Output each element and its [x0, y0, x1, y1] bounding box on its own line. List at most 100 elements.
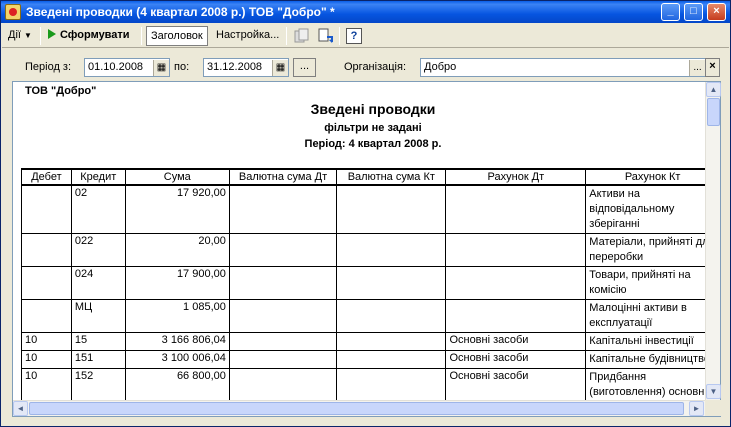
cell-currency-kt	[336, 184, 447, 234]
table-body: 02 17 920,00 Активи на відповідальному збері…	[21, 184, 720, 418]
cell-sum: 1 085,00	[124, 299, 230, 333]
cell-currency-kt	[336, 299, 447, 333]
report-organization: ТОВ "Добро"	[25, 85, 97, 97]
header-toggle-button[interactable]: Заголовок	[146, 26, 208, 46]
period-from-field[interactable]: 01.10.2008 ▦	[84, 58, 170, 77]
column-header: Рахунок Кт	[585, 168, 720, 186]
scroll-right-button[interactable]: ►	[689, 401, 704, 416]
horizontal-scrollbar[interactable]: ◄ ►	[13, 400, 705, 416]
vertical-scrollbar[interactable]: ▲ ▼	[705, 82, 721, 400]
cell-account-kt: Активи на відповідальному зберіганні	[585, 184, 720, 234]
cell-text-line: Активи на	[589, 188, 640, 200]
report-sheet[interactable]: ТОВ "Добро" Зведені проводки фільтри не …	[12, 81, 721, 417]
minimize-button[interactable]: _	[661, 3, 680, 21]
toolbar-separator	[141, 27, 142, 45]
cell-text-line: відповідальному	[589, 203, 675, 215]
scrollbar-corner	[705, 400, 721, 416]
cell-currency-dt	[228, 233, 338, 267]
calendar-icon[interactable]: ▦	[272, 60, 288, 76]
report-window: Зведені проводки (4 квартал 2008 р.) ТОВ…	[0, 0, 731, 427]
title-bar[interactable]: Зведені проводки (4 квартал 2008 р.) ТОВ…	[1, 1, 730, 23]
period-to-label: по:	[174, 61, 190, 73]
report-title: Зведені проводки	[310, 101, 436, 117]
period-to-value: 31.12.2008	[207, 61, 263, 73]
cell-currency-kt	[336, 266, 447, 300]
scroll-left-button[interactable]: ◄	[13, 401, 28, 416]
cell-sum: 20,00	[124, 233, 230, 267]
cell-currency-dt	[228, 299, 338, 333]
cell-currency-dt	[229, 417, 336, 418]
play-icon	[48, 29, 56, 39]
maximize-button[interactable]: □	[684, 3, 703, 21]
refresh-icon[interactable]	[318, 28, 334, 44]
organization-select-button[interactable]: ...	[689, 60, 705, 76]
cell-currency-kt	[336, 332, 447, 351]
table-row[interactable]: 10 15 3 166 806,04 Основні засоби Капітальні…	[21, 332, 720, 351]
period-select-button[interactable]: ...	[293, 58, 316, 77]
organization-field[interactable]: Добро ...	[420, 58, 706, 77]
cell-text-line: Матеріали, прийняті для	[589, 236, 715, 248]
window-title: Зведені проводки (4 квартал 2008 р.) ТОВ…	[26, 5, 335, 19]
cell-debit	[21, 299, 72, 333]
cell-account-kt: Капітальне будівництво	[585, 350, 720, 369]
cell-account-dt: Будинки та споруди	[446, 417, 586, 418]
column-header: Кредит	[70, 168, 126, 186]
vertical-scroll-thumb[interactable]	[707, 98, 720, 126]
cell-account-kt: Матеріали, прийняті для переробки	[585, 233, 720, 267]
cell-sum: 3 100 006,04	[124, 350, 230, 369]
horizontal-scroll-thumb[interactable]	[29, 402, 684, 415]
cell-account-dt	[445, 266, 587, 300]
cell-debit: 10	[21, 350, 72, 369]
table-row[interactable]: 024 17 900,00 Товари, прийняті на комісію	[21, 266, 720, 300]
cell-text-line: Малоцінні активи в	[589, 302, 687, 314]
cell-account-dt	[445, 184, 587, 234]
generate-button[interactable]: Сформувати	[48, 26, 130, 46]
cell-currency-kt	[336, 350, 447, 369]
period-to-field[interactable]: 31.12.2008 ▦	[203, 58, 289, 77]
help-icon[interactable]: ?	[346, 28, 362, 44]
cell-account-dt	[445, 233, 587, 267]
table-row[interactable]: 022 20,00 Матеріали, прийняті для переробки	[21, 233, 720, 267]
calendar-icon[interactable]: ▦	[153, 60, 169, 76]
settings-button[interactable]: Настройка...	[216, 26, 279, 46]
column-header: Валютна сума Дт	[228, 168, 338, 186]
cell-credit: 024	[70, 266, 126, 300]
report-table: Дебет Кредит Сума Валютна сума Дт Валютн…	[21, 168, 720, 418]
cell-sum: 3 166 806,04	[124, 332, 230, 351]
cell-debit	[21, 184, 72, 234]
cell-credit: 151	[70, 350, 126, 369]
cell-credit: 15	[70, 332, 126, 351]
cell-currency-dt	[228, 184, 338, 234]
cell-account-dt	[445, 299, 587, 333]
cell-text-line: Капітальні інвестиції	[589, 335, 694, 347]
actions-menu[interactable]: Дії ▼	[8, 26, 32, 46]
period-from-value: 01.10.2008	[88, 61, 144, 73]
cell-sum: 3 100 006,04	[125, 417, 229, 418]
cell-sum: 17 920,00	[124, 184, 230, 234]
toolbar-separator	[286, 27, 287, 45]
table-row[interactable]: 02 17 920,00 Активи на відповідальному збері…	[21, 184, 720, 234]
column-header: Валютна сума Кт	[336, 168, 447, 186]
cell-text-line: комісію	[589, 284, 627, 296]
report-subtitle: фільтри не задані	[324, 122, 422, 134]
column-header: Сума	[124, 168, 230, 186]
cell-text-line: переробки	[589, 251, 644, 263]
cell-text-line: експлуатації	[589, 317, 653, 329]
scroll-down-button[interactable]: ▼	[706, 384, 721, 399]
cell-currency-dt	[228, 266, 338, 300]
scroll-up-button[interactable]: ▲	[706, 82, 721, 97]
column-header: Рахунок Дт	[445, 168, 587, 186]
table-row[interactable]: 103153 100 006,04 Будинки та спорудиКапіт…	[22, 417, 720, 418]
close-button[interactable]: ×	[707, 3, 726, 21]
table-row[interactable]: 10 151 3 100 006,04 Основні засоби Капітальн…	[21, 350, 720, 369]
clear-organization-button[interactable]: ×	[705, 58, 720, 77]
cell-debit: 103	[22, 417, 72, 418]
copy-icon[interactable]	[294, 28, 310, 44]
cell-credit: 022	[70, 233, 126, 267]
cell-text-line: Капітальне будівництво	[589, 353, 710, 365]
table-row[interactable]: МЦ 1 085,00 Малоцінні активи в експлуатації	[21, 299, 720, 333]
toolbar-separator	[339, 27, 340, 45]
organization-label: Організація:	[344, 61, 406, 73]
cell-sum: 17 900,00	[124, 266, 230, 300]
cell-debit	[21, 266, 72, 300]
